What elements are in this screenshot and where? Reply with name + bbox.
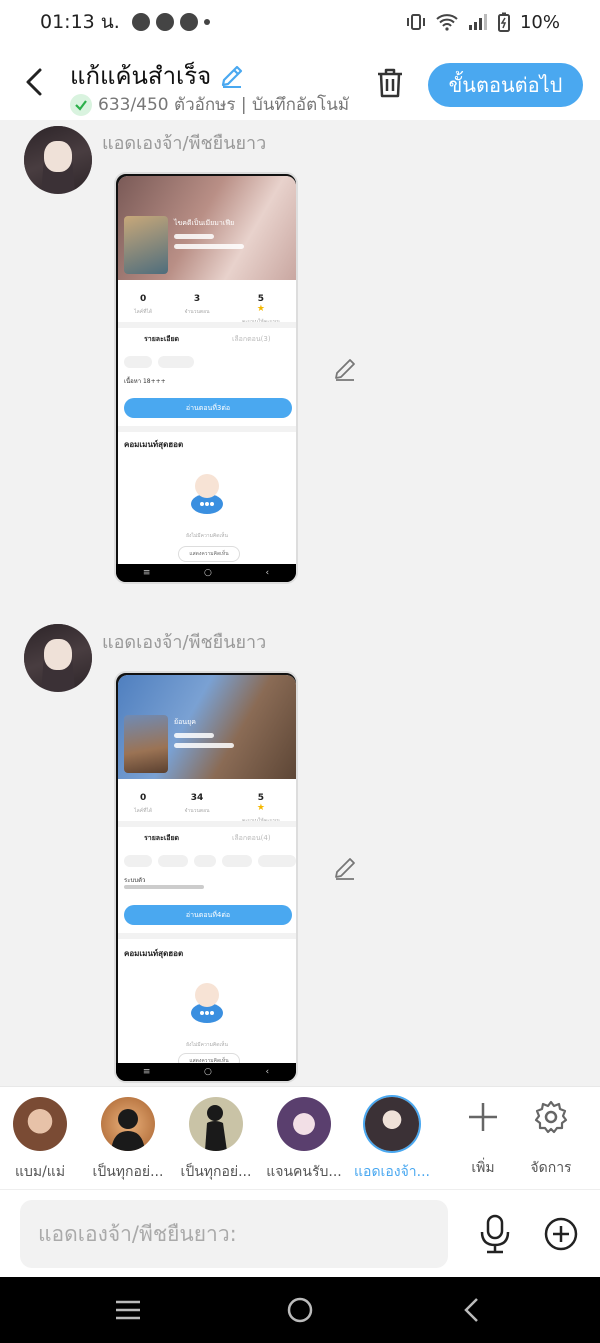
message-input[interactable]	[20, 1200, 448, 1268]
message-composer	[0, 1189, 600, 1277]
status-time: 01:13 น.	[40, 11, 120, 33]
app-notification-icon	[179, 13, 198, 31]
story-title: ไขคดีเป็นเมียมาเฟีย	[174, 219, 235, 227]
autosave-status: 633/450 ตัวอักษร | บันทึกอัตโนมัติ	[70, 91, 350, 118]
more-notifications-icon	[203, 19, 210, 25]
tab-episodes: เลือกตอน(3)	[232, 335, 271, 343]
battery-level: 10%	[519, 11, 560, 33]
stat-likes: 0	[140, 793, 147, 803]
persona-item-active[interactable]: แอดเองจ้า...	[352, 1097, 432, 1183]
add-label: เพิ่ม	[471, 1160, 495, 1176]
next-step-button[interactable]: ขั้นตอนต่อไป	[428, 63, 583, 107]
mascot-icon	[191, 983, 223, 1023]
tab-episodes: เลือกตอน(4)	[232, 834, 271, 842]
comments-title: คอมเมนท์สุดฮอต	[124, 440, 184, 449]
persona-label: แจนคนรับ...	[266, 1164, 342, 1180]
persona-avatar	[365, 1097, 419, 1151]
persona-item[interactable]: แบม/แม่	[0, 1097, 80, 1183]
story-cover-banner: ไขคดีเป็นเมียมาเฟีย	[118, 176, 296, 280]
add-persona-button[interactable]: เพิ่ม	[453, 1099, 513, 1179]
message-feed[interactable]: แอดเองจ้า/พีชยืนยาว ไขคดีเป็นเมียมาเฟีย …	[0, 120, 600, 1086]
wifi-icon	[436, 14, 458, 31]
persona-label: แอดเองจ้า...	[354, 1164, 430, 1180]
signal-icon	[468, 14, 487, 30]
vibrate-icon	[406, 14, 425, 30]
story-description: ระบบตัว	[124, 877, 146, 884]
stat-likes-label: ไลค์ที่ได้	[134, 808, 153, 814]
recent-apps-icon[interactable]	[113, 1295, 143, 1325]
system-back-icon[interactable]	[458, 1295, 488, 1325]
comment-button: แสดงความคิดเห็น	[178, 546, 240, 562]
cover-thumbnail	[124, 715, 168, 773]
persona-avatar	[277, 1097, 331, 1151]
read-continue-button: อ่านตอนที่4ต่อ	[124, 905, 292, 925]
battery-icon	[497, 12, 510, 32]
stat-episodes: 3	[193, 294, 201, 304]
app-notification-icon	[155, 13, 174, 31]
persona-item[interactable]: เป็นทุกอย่...	[88, 1097, 168, 1183]
sender-name: แอดเองจ้า/พีชยืนยาว	[102, 632, 267, 653]
editor-header: แก้แค้นสำเร็จ 633/450 ตัวอักษร | บันทึกอ…	[0, 44, 600, 120]
page-title-text: แก้แค้นสำเร็จ	[70, 62, 212, 90]
empty-comment-text: ยังไม่มีความคิดเห็น	[186, 533, 228, 539]
app-notification-icon	[131, 13, 150, 31]
trash-icon[interactable]	[373, 66, 407, 100]
persona-label: เป็นทุกอย่...	[92, 1164, 164, 1180]
edit-title-pencil-icon[interactable]	[219, 63, 245, 89]
sender-avatar[interactable]	[24, 126, 92, 194]
manage-personas-button[interactable]: จัดการ	[521, 1099, 581, 1179]
comments-title: คอมเมนท์สุดฮอต	[124, 949, 184, 958]
char-count-text: 633/450 ตัวอักษร | บันทึกอัตโนมัติ	[98, 95, 350, 115]
empty-comment-text: ยังไม่มีความคิดเห็น	[186, 1042, 228, 1048]
image-attachment[interactable]: ย้อนยุค 0ไลค์ที่ได้ 34จำนวนตอน 5★คะแนนให…	[114, 671, 298, 1083]
plus-icon	[469, 1103, 497, 1131]
story-cover-banner: ย้อนยุค	[118, 675, 296, 779]
sender-name: แอดเองจ้า/พีชยืนยาว	[102, 133, 267, 154]
system-navigation-bar	[0, 1277, 600, 1343]
edit-pencil-icon[interactable]	[332, 356, 358, 382]
story-description: เนื้อหา 18+++	[124, 378, 166, 385]
home-icon[interactable]	[285, 1295, 315, 1325]
tab-detail: รายละเอียด	[144, 834, 180, 842]
persona-item[interactable]: แจนคนรับ...	[264, 1097, 344, 1183]
persona-label: เป็นทุกอย่...	[180, 1164, 252, 1180]
persona-avatar	[101, 1097, 155, 1151]
page-title[interactable]: แก้แค้นสำเร็จ	[70, 56, 245, 95]
persona-label: แบม/แม่	[14, 1164, 66, 1180]
tab-detail: รายละเอียด	[144, 335, 180, 343]
add-attachment-icon[interactable]	[543, 1216, 579, 1252]
stat-likes: 0	[140, 294, 147, 304]
persona-avatar	[189, 1097, 243, 1151]
stat-episodes: 34	[190, 793, 204, 803]
microphone-icon[interactable]	[477, 1214, 513, 1254]
persona-selector: แบม/แม่ เป็นทุกอย่... เป็นทุกอย่... แจนค…	[0, 1086, 600, 1189]
stat-episodes-label: จำนวนตอน	[184, 808, 210, 814]
status-bar: 01:13 น. 10%	[0, 0, 600, 44]
stat-likes-label: ไลค์ที่ได้	[134, 309, 153, 315]
edit-pencil-icon[interactable]	[332, 855, 358, 881]
persona-avatar	[13, 1097, 67, 1151]
stat-episodes-label: จำนวนตอน	[184, 309, 210, 315]
gear-icon	[534, 1100, 568, 1134]
stat-rating: 5	[257, 793, 264, 803]
screenshot-nav-bar: ≡ ○ ‹	[116, 1063, 296, 1081]
check-icon	[70, 93, 92, 116]
persona-item[interactable]: เป็นทุกอย่...	[176, 1097, 256, 1183]
stat-rating: 5	[257, 294, 264, 304]
sender-avatar[interactable]	[24, 624, 92, 692]
cover-thumbnail	[124, 216, 168, 274]
story-title: ย้อนยุค	[174, 718, 196, 726]
image-attachment[interactable]: ไขคดีเป็นเมียมาเฟีย 0 ไลค์ที่ได้ 3 จำนวนตอ…	[114, 172, 298, 584]
read-continue-button: อ่านตอนที่3ต่อ	[124, 398, 292, 418]
mascot-icon	[191, 474, 223, 514]
notification-icons	[131, 13, 210, 31]
screenshot-nav-bar: ≡ ○ ‹	[116, 564, 296, 582]
back-arrow-icon[interactable]	[20, 64, 50, 100]
manage-label: จัดการ	[530, 1160, 572, 1176]
